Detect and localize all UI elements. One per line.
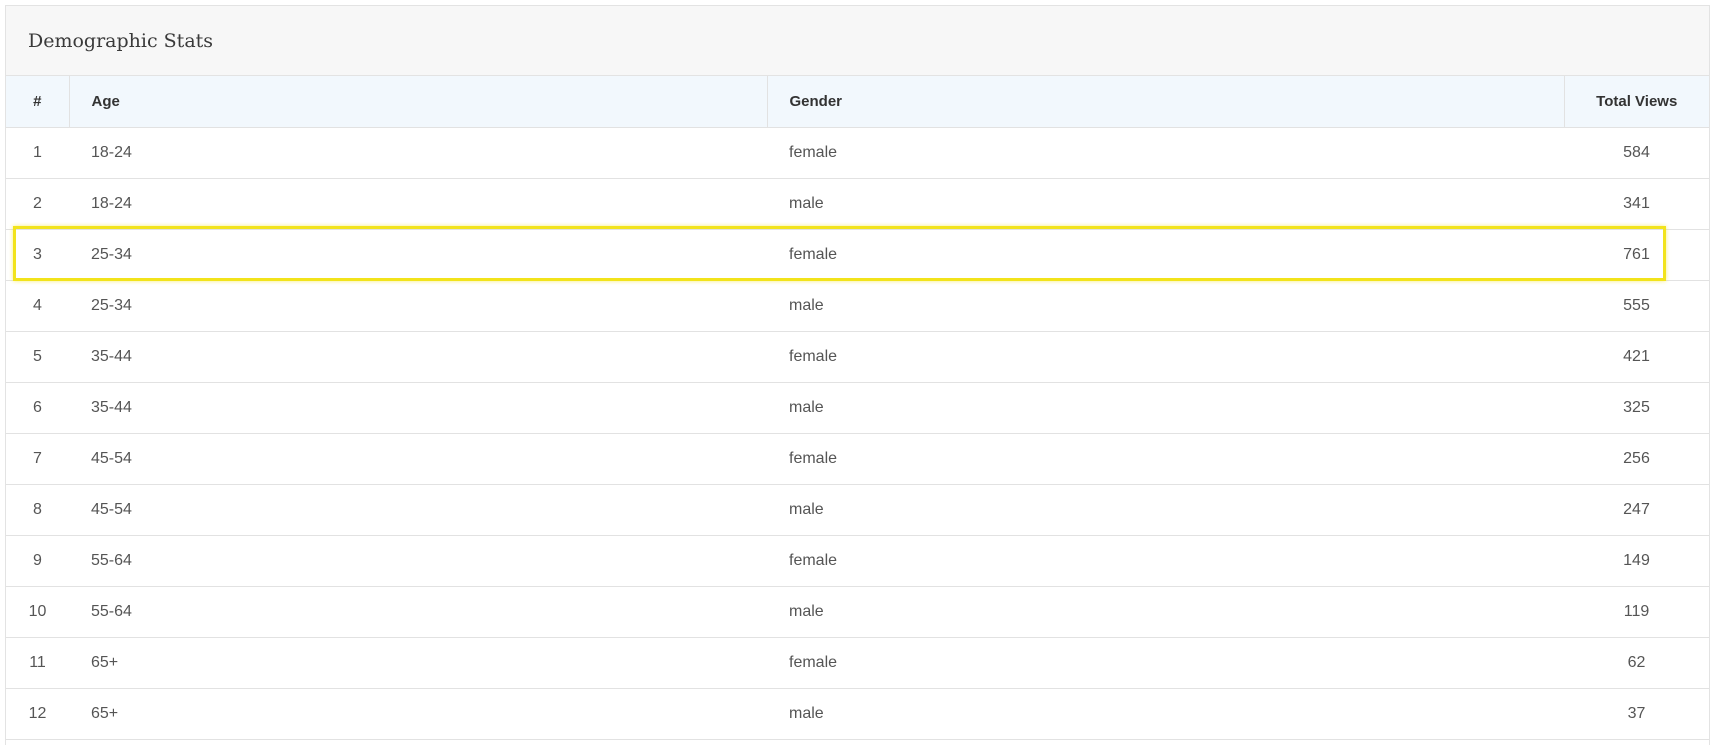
cell-total-views: 149 bbox=[1564, 535, 1709, 587]
cell-number: 2 bbox=[6, 178, 69, 230]
table-header: # Age Gender Total Views bbox=[6, 76, 1709, 128]
column-header-gender[interactable]: Gender bbox=[767, 76, 1565, 128]
cell-gender: female bbox=[767, 331, 1564, 383]
cell-gender: male bbox=[767, 382, 1564, 434]
cell-number: 10 bbox=[6, 586, 69, 638]
panel-header: Demographic Stats bbox=[6, 6, 1709, 76]
cell-gender: male bbox=[767, 688, 1564, 740]
cell-gender: female bbox=[767, 637, 1564, 689]
header-row: # Age Gender Total Views bbox=[6, 76, 1709, 128]
table-row[interactable]: 5 35-44 female 421 bbox=[6, 331, 1709, 383]
cell-gender: female bbox=[767, 127, 1564, 179]
cell-total-views: 325 bbox=[1564, 382, 1709, 434]
cell-number: 8 bbox=[6, 484, 69, 536]
table-row[interactable]: 9 55-64 female 149 bbox=[6, 535, 1709, 587]
cell-age: 18-24 bbox=[69, 127, 767, 179]
demographic-stats-panel: Demographic Stats # Age Gender Total Vie… bbox=[5, 5, 1710, 745]
cell-total-views: 761 bbox=[1564, 229, 1709, 281]
table-row[interactable]: 2 18-24 male 341 bbox=[6, 178, 1709, 230]
cell-age: 65+ bbox=[69, 688, 767, 740]
cell-age: 45-54 bbox=[69, 433, 767, 485]
cell-number: 3 bbox=[6, 229, 69, 281]
cell-number: 4 bbox=[6, 280, 69, 332]
cell-total-views: 341 bbox=[1564, 178, 1709, 230]
cell-number: 6 bbox=[6, 382, 69, 434]
table-row[interactable]: 11 65+ female 62 bbox=[6, 637, 1709, 689]
cell-age: 25-34 bbox=[69, 280, 767, 332]
cell-age: 35-44 bbox=[69, 382, 767, 434]
panel-title: Demographic Stats bbox=[28, 29, 214, 52]
cell-total-views: 421 bbox=[1564, 331, 1709, 383]
column-header-total-views[interactable]: Total Views bbox=[1564, 76, 1709, 128]
cell-total-views: 584 bbox=[1564, 127, 1709, 179]
cell-total-views: 37 bbox=[1564, 688, 1709, 740]
cell-gender: female bbox=[767, 535, 1564, 587]
cell-total-views: 555 bbox=[1564, 280, 1709, 332]
column-header-age[interactable]: Age bbox=[69, 76, 768, 128]
table-row[interactable]: 8 45-54 male 247 bbox=[6, 484, 1709, 536]
cell-gender: male bbox=[767, 484, 1564, 536]
table-row[interactable]: 12 65+ male 37 bbox=[6, 688, 1709, 740]
cell-gender: male bbox=[767, 280, 1564, 332]
cell-total-views: 119 bbox=[1564, 586, 1709, 638]
demographic-stats-table: # Age Gender Total Views 1 18-24 female … bbox=[6, 76, 1709, 740]
column-header-number[interactable]: # bbox=[6, 76, 70, 128]
cell-age: 55-64 bbox=[69, 535, 767, 587]
cell-gender: male bbox=[767, 178, 1564, 230]
table-row[interactable]: 3 25-34 female 761 bbox=[6, 229, 1709, 281]
cell-number: 9 bbox=[6, 535, 69, 587]
cell-age: 55-64 bbox=[69, 586, 767, 638]
cell-gender: male bbox=[767, 586, 1564, 638]
cell-total-views: 256 bbox=[1564, 433, 1709, 485]
cell-number: 12 bbox=[6, 688, 69, 740]
table-row[interactable]: 4 25-34 male 555 bbox=[6, 280, 1709, 332]
cell-age: 65+ bbox=[69, 637, 767, 689]
cell-gender: female bbox=[767, 229, 1564, 281]
table-row[interactable]: 6 35-44 male 325 bbox=[6, 382, 1709, 434]
table-row[interactable]: 7 45-54 female 256 bbox=[6, 433, 1709, 485]
cell-number: 1 bbox=[6, 127, 69, 179]
table-body: 1 18-24 female 584 2 18-24 male 341 3 25… bbox=[6, 127, 1709, 740]
cell-number: 7 bbox=[6, 433, 69, 485]
cell-age: 25-34 bbox=[69, 229, 767, 281]
table-row[interactable]: 10 55-64 male 119 bbox=[6, 586, 1709, 638]
cell-gender: female bbox=[767, 433, 1564, 485]
cell-number: 5 bbox=[6, 331, 69, 383]
cell-total-views: 247 bbox=[1564, 484, 1709, 536]
cell-age: 18-24 bbox=[69, 178, 767, 230]
cell-age: 45-54 bbox=[69, 484, 767, 536]
cell-total-views: 62 bbox=[1564, 637, 1709, 689]
table-row[interactable]: 1 18-24 female 584 bbox=[6, 127, 1709, 179]
cell-number: 11 bbox=[6, 637, 69, 689]
cell-age: 35-44 bbox=[69, 331, 767, 383]
